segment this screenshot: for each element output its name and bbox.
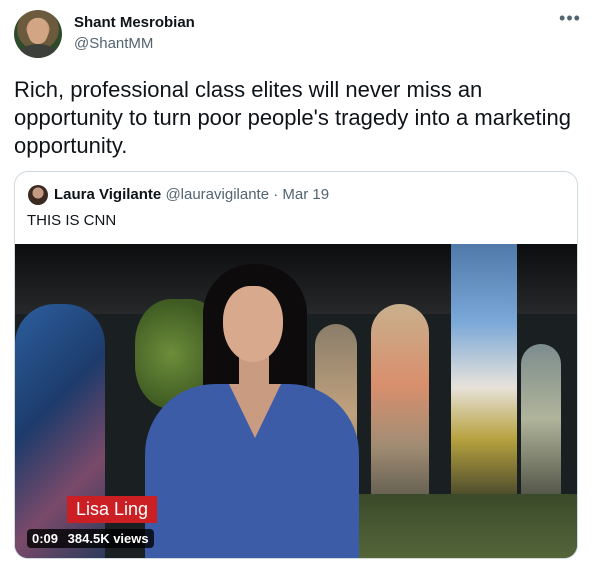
tweet[interactable]: Shant Mesrobian @ShantMM ••• Rich, profe… (0, 0, 594, 573)
quoted-author-name[interactable]: Laura Vigilante (54, 186, 161, 203)
quoted-date[interactable]: Mar 19 (282, 186, 329, 203)
video-person-face (223, 286, 283, 362)
quoted-header: Laura Vigilante @lauravigilante · Mar 19 (54, 186, 329, 203)
video-views: 384.5K views (67, 531, 149, 546)
quoted-separator: · (273, 186, 279, 203)
more-horizontal-icon[interactable]: ••• (556, 9, 584, 30)
quoted-text: THIS IS CNN (27, 212, 117, 229)
quoted-tweet[interactable]: Laura Vigilante @lauravigilante · Mar 19… (14, 171, 578, 559)
tweet-text: Rich, professional class elites will nev… (14, 77, 571, 158)
video-scene-pillar (371, 304, 429, 504)
video-person-vneck (229, 384, 281, 438)
video-stats-badge: 0:09 384.5K views (27, 529, 154, 548)
quoted-author-handle[interactable]: @lauravigilante (165, 186, 269, 203)
avatar[interactable] (14, 10, 62, 58)
author-handle[interactable]: @ShantMM (74, 35, 153, 52)
avatar-face (28, 18, 48, 44)
quoted-avatar[interactable] (28, 185, 48, 205)
video-scene-pillar (521, 344, 561, 494)
author-name[interactable]: Shant Mesrobian (74, 14, 195, 31)
video-duration: 0:09 (32, 531, 59, 546)
video-lower-third: Lisa Ling (67, 496, 158, 523)
video-player[interactable]: Lisa Ling 0:09 384.5K views (15, 244, 577, 558)
avatar-shoulders (20, 44, 56, 58)
video-scene-mural-pillar (451, 244, 517, 504)
